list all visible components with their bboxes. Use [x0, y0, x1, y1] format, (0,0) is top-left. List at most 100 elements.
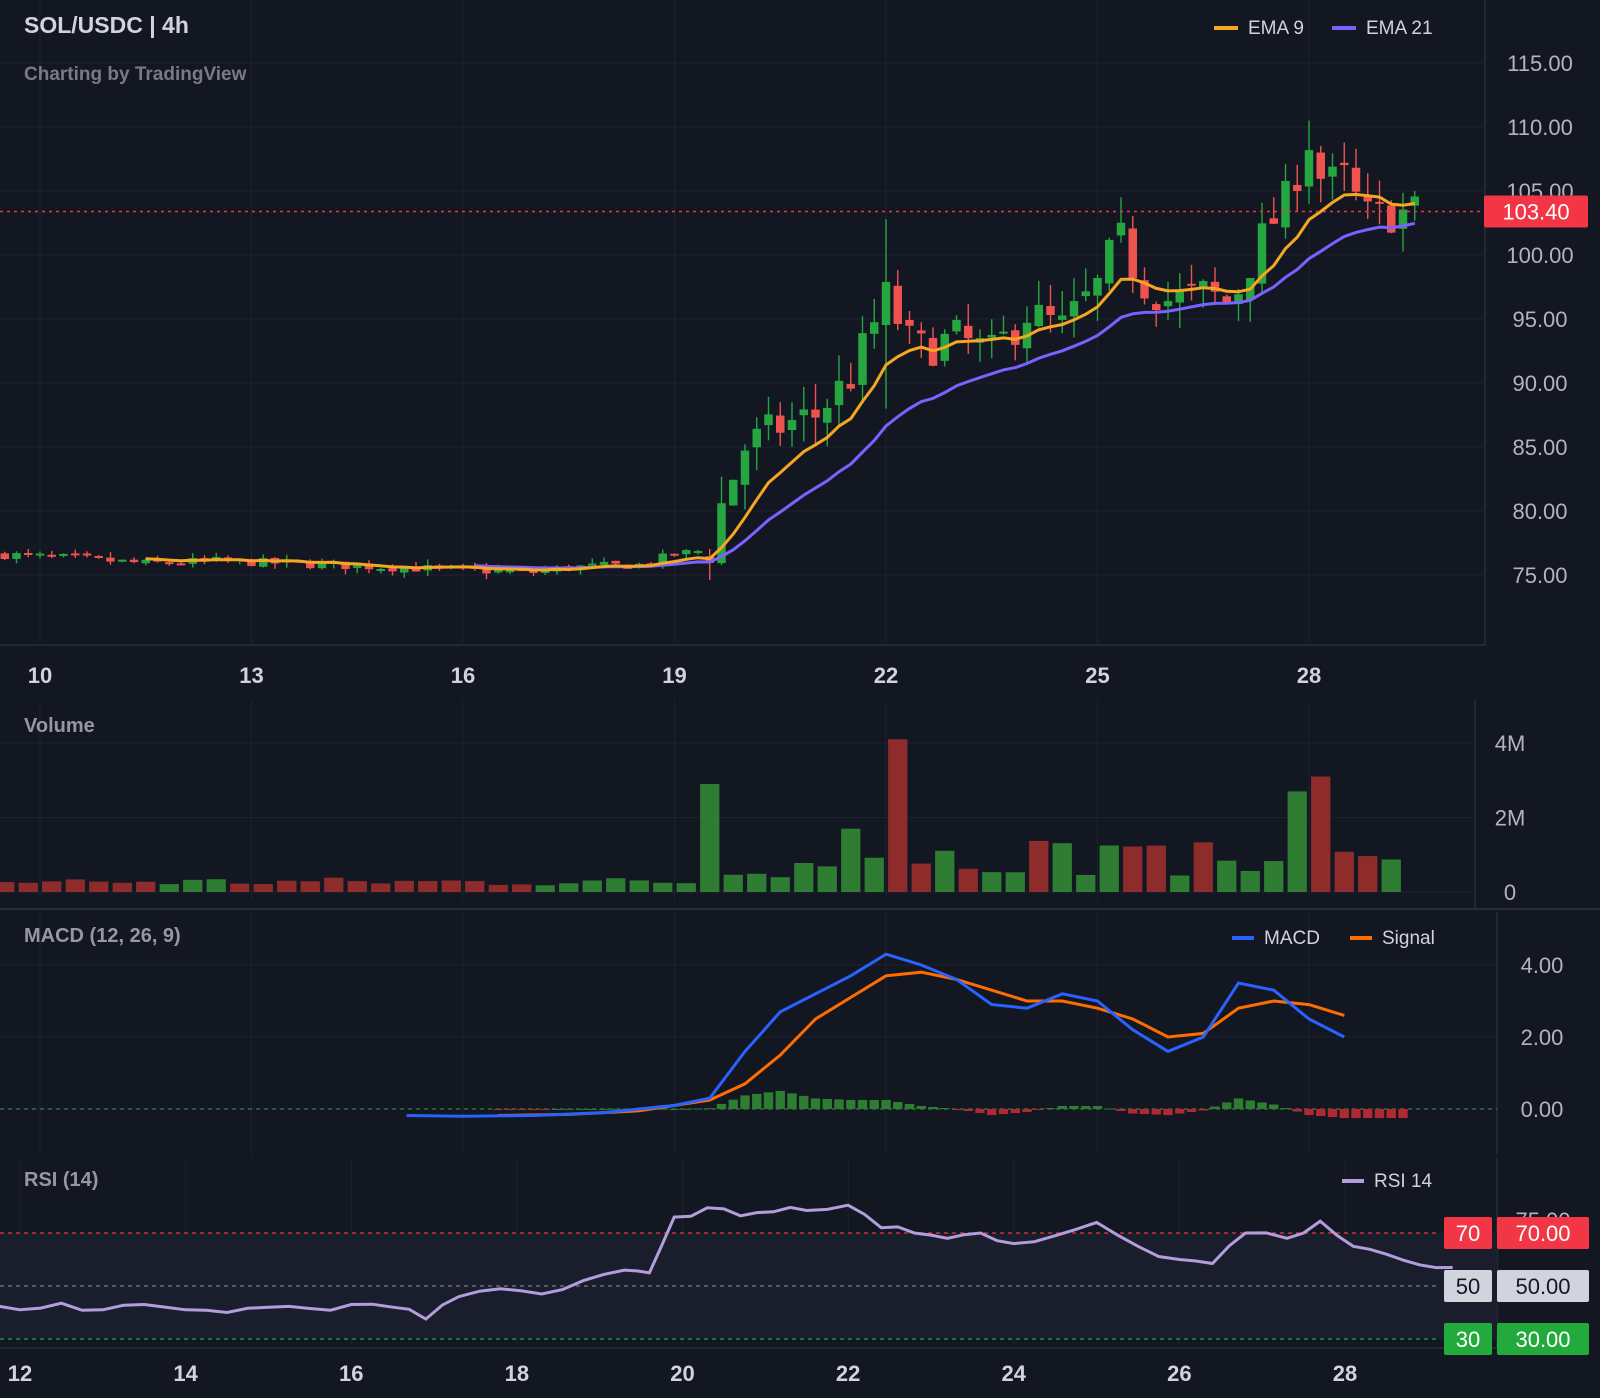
candle-up[interactable] — [729, 479, 738, 506]
macd-histogram-up[interactable] — [846, 1099, 856, 1109]
volume-bar-down[interactable] — [1334, 851, 1354, 892]
candle-up[interactable] — [987, 334, 996, 338]
macd-histogram-up[interactable] — [834, 1099, 844, 1109]
candle-down[interactable] — [106, 557, 115, 562]
volume-bar-up[interactable] — [794, 863, 814, 892]
volume-bar-up[interactable] — [653, 882, 673, 892]
volume-bar-down[interactable] — [488, 884, 508, 892]
candle-down[interactable] — [47, 554, 56, 557]
candle-down[interactable] — [1046, 306, 1055, 316]
macd-histogram-up[interactable] — [916, 1105, 926, 1109]
candle-up[interactable] — [1304, 150, 1314, 187]
candle-up[interactable] — [999, 331, 1008, 334]
candle-up[interactable] — [858, 333, 867, 385]
macd-histogram-down[interactable] — [1034, 1109, 1044, 1111]
candle-up[interactable] — [376, 568, 385, 571]
volume-bar-up[interactable] — [723, 874, 743, 892]
macd-histogram-up[interactable] — [810, 1098, 821, 1109]
macd-histogram-up[interactable] — [575, 1108, 586, 1110]
candle-up[interactable] — [35, 553, 45, 556]
volume-bar-up[interactable] — [535, 885, 555, 892]
volume-bar-down[interactable] — [1193, 842, 1213, 892]
candle-up[interactable] — [1058, 315, 1067, 320]
macd-histogram-up[interactable] — [904, 1103, 915, 1109]
candle-down[interactable] — [964, 325, 973, 339]
macd-histogram-up[interactable] — [693, 1108, 703, 1110]
volume-bar-down[interactable] — [230, 883, 250, 892]
candle-up[interactable] — [1093, 278, 1102, 296]
macd-histogram-down[interactable] — [1363, 1109, 1373, 1119]
volume-bar-down[interactable] — [1029, 840, 1049, 892]
macd-histogram-up[interactable] — [1210, 1106, 1220, 1109]
macd-histogram-up[interactable] — [716, 1103, 727, 1109]
candle-down[interactable] — [893, 285, 902, 324]
candle-down[interactable] — [1269, 218, 1278, 224]
volume-bar-down[interactable] — [888, 739, 908, 892]
macd-histogram-down[interactable] — [998, 1109, 1009, 1115]
candle-down[interactable] — [1222, 296, 1231, 303]
candle-down[interactable] — [1351, 167, 1361, 192]
candle-up[interactable] — [823, 408, 832, 423]
volume-bar-down[interactable] — [418, 881, 438, 892]
candle-down[interactable] — [0, 553, 9, 559]
candle-down[interactable] — [917, 330, 926, 334]
candle-up[interactable] — [588, 563, 597, 566]
volume-bar-up[interactable] — [770, 877, 790, 892]
macd-histogram-down[interactable] — [975, 1109, 985, 1114]
volume-bar-down[interactable] — [1146, 845, 1166, 892]
macd-histogram-down[interactable] — [1198, 1109, 1208, 1111]
volume-bar-up[interactable] — [582, 880, 602, 892]
volume-bar-up[interactable] — [1076, 874, 1096, 892]
macd-histogram-up[interactable] — [552, 1108, 562, 1110]
candle-up[interactable] — [870, 322, 879, 334]
volume-bar-up[interactable] — [1264, 861, 1284, 892]
macd-histogram-up[interactable] — [881, 1099, 891, 1109]
candle-up[interactable] — [1081, 291, 1090, 297]
volume-bar-up[interactable] — [676, 883, 696, 892]
volume-bar-up[interactable] — [1099, 845, 1119, 892]
volume-bar-up[interactable] — [1052, 843, 1072, 892]
volume-bar-up[interactable] — [817, 866, 837, 892]
macd-histogram-up[interactable] — [822, 1098, 832, 1109]
macd-histogram-down[interactable] — [1175, 1109, 1185, 1114]
volume-bar-up[interactable] — [1005, 872, 1025, 892]
macd-histogram-up[interactable] — [763, 1092, 774, 1109]
volume-bar-up[interactable] — [629, 880, 649, 892]
volume-bar-down[interactable] — [324, 877, 344, 892]
candle-up[interactable] — [1105, 239, 1114, 284]
macd-histogram-down[interactable] — [963, 1109, 973, 1112]
macd-histogram-up[interactable] — [599, 1109, 609, 1110]
candle-up[interactable] — [505, 570, 515, 573]
macd-histogram-down[interactable] — [505, 1109, 515, 1110]
macd-histogram-down[interactable] — [493, 1109, 503, 1110]
volume-bar-up[interactable] — [700, 783, 720, 892]
volume-bar-down[interactable] — [441, 880, 461, 892]
macd-histogram-up[interactable] — [787, 1093, 797, 1109]
candle-up[interactable] — [1034, 304, 1043, 327]
macd-histogram-down[interactable] — [1398, 1109, 1408, 1119]
macd-histogram-up[interactable] — [1081, 1105, 1091, 1109]
volume-bar-down[interactable] — [65, 879, 85, 892]
macd-histogram-down[interactable] — [1292, 1109, 1302, 1112]
macd-histogram-up[interactable] — [1222, 1102, 1232, 1109]
macd-histogram-down[interactable] — [1316, 1109, 1326, 1117]
candle-down[interactable] — [176, 563, 186, 566]
macd-histogram-up[interactable] — [728, 1099, 738, 1109]
macd-histogram-up[interactable] — [928, 1106, 938, 1109]
macd-histogram-down[interactable] — [1163, 1109, 1173, 1116]
candle-up[interactable] — [494, 569, 503, 573]
volume-bar-up[interactable] — [1381, 859, 1401, 892]
candle-down[interactable] — [1375, 201, 1384, 204]
macd-histogram-up[interactable] — [1104, 1108, 1114, 1110]
macd-histogram-up[interactable] — [893, 1101, 903, 1109]
candle-up[interactable] — [12, 553, 21, 559]
volume-bar-down[interactable] — [1123, 846, 1143, 892]
candle-down[interactable] — [71, 553, 80, 556]
macd-histogram-up[interactable] — [1069, 1105, 1079, 1109]
volume-bar-down[interactable] — [42, 881, 62, 892]
macd-histogram-up[interactable] — [940, 1107, 950, 1109]
volume-bar-down[interactable] — [136, 881, 156, 892]
macd-histogram-up[interactable] — [775, 1090, 785, 1109]
macd-histogram-down[interactable] — [528, 1109, 539, 1110]
candle-down[interactable] — [1152, 304, 1161, 311]
